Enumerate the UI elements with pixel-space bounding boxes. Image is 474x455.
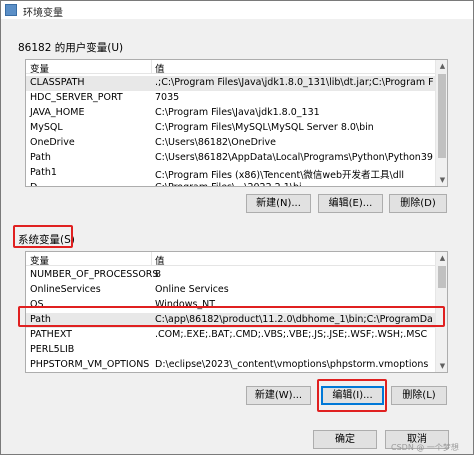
table-row[interactable]: PERL5LIB	[26, 343, 435, 358]
variable-value: 8	[155, 269, 162, 280]
table-row[interactable]: CLASSPATH .;C:\Program Files\Java\jdk1.8.…	[26, 76, 435, 91]
user-delete-button[interactable]: 删除(D)	[389, 194, 447, 213]
variable-value: Windows_NT	[155, 299, 216, 310]
variable-value: C:\Users\86182\OneDrive	[155, 137, 276, 148]
environment-window-icon	[5, 4, 17, 16]
variable-name: Path	[30, 152, 51, 163]
table-row[interactable]: Path C:\Users\86182\AppData\Local\Program…	[26, 151, 435, 166]
user-new-button[interactable]: 新建(N)...	[246, 194, 311, 213]
system-variables-list[interactable]: 变量 值 NUMBER_OF_PROCESSORS 8 OnlineServices…	[25, 251, 448, 373]
user-variables-label: 86182 的用户变量(U)	[18, 42, 124, 54]
variable-name: PERL5LIB	[30, 344, 75, 355]
user-list-scrollbar[interactable]: ▲ ▼	[435, 60, 447, 186]
table-row[interactable]: OS Windows_NT	[26, 298, 435, 313]
variable-value: D:\eclipse\2023\_content\vmoptions\phpst…	[155, 359, 429, 370]
variable-value: C:\Program Files\...\2022.2.1\bi...	[155, 182, 433, 186]
variable-name: PHPSTORM_VM_OPTIONS	[30, 359, 150, 370]
variable-name: CLASSPATH	[30, 77, 85, 88]
table-row[interactable]: NUMBER_OF_PROCESSORS 8	[26, 268, 435, 283]
variable-value: .;C:\Program Files\Java\jdk1.8.0_131\lib…	[155, 77, 433, 88]
watermark: CSDN @ 一个梦想	[391, 443, 459, 452]
variable-name: OS	[30, 299, 44, 310]
variable-name: OneDrive	[30, 137, 75, 148]
scrollbar-thumb[interactable]	[438, 266, 446, 288]
ok-button[interactable]: 确定	[313, 430, 377, 449]
variable-value: .COM;.EXE;.BAT;.CMD;.VBS;.VBE;.JS;.JSE;.…	[155, 329, 428, 340]
table-row[interactable]: OneDrive C:\Users\86182\OneDrive	[26, 136, 435, 151]
system-new-button[interactable]: 新建(W)...	[246, 386, 311, 405]
scroll-up-icon[interactable]: ▲	[436, 60, 447, 73]
system-variables-label: 系统变量(S)	[18, 234, 75, 246]
variable-name: Path	[30, 314, 51, 325]
scroll-down-icon[interactable]: ▼	[436, 360, 447, 372]
scroll-down-icon[interactable]: ▼	[436, 174, 447, 186]
variable-value: C:\Program Files (x86)\Tencent\微信web开发者工…	[155, 170, 405, 181]
table-row[interactable]: MySQL C:\Program Files\MySQL\MySQL Server…	[26, 121, 435, 136]
scrollbar-thumb[interactable]	[438, 74, 446, 158]
variable-value: C:\Users\86182\AppData\Local\Programs\Py…	[155, 152, 433, 163]
system-delete-button[interactable]: 删除(L)	[391, 386, 447, 405]
table-row[interactable]: Path1 C:\Program Files (x86)\Tencent\微信we…	[26, 166, 435, 181]
system-edit-button[interactable]: 编辑(I)...	[321, 386, 384, 405]
system-list-scrollbar[interactable]: ▲ ▼	[435, 252, 447, 372]
table-row[interactable]: D... C:\Program Files\...\2022.2.1\bi...	[26, 181, 435, 186]
variable-value: C:\app\86182\product\11.2.0\dbhome_1\bin…	[155, 314, 433, 325]
window-title: 环境变量	[23, 8, 63, 19]
variable-name: D...	[30, 182, 46, 186]
table-row[interactable]: HDC_SERVER_PORT 7035	[26, 91, 435, 106]
table-row[interactable]: JAVA_HOME C:\Program Files\Java\jdk1.8.0_…	[26, 106, 435, 121]
user-list-header: 变量 值	[26, 60, 435, 75]
user-edit-button[interactable]: 编辑(E)...	[318, 194, 383, 213]
scroll-up-icon[interactable]: ▲	[436, 252, 447, 265]
table-row[interactable]: Path C:\app\86182\product\11.2.0\dbhome_1…	[26, 313, 435, 328]
variable-value: C:\Program Files\MySQL\MySQL Server 8.0\…	[155, 122, 374, 133]
table-row[interactable]: OnlineServices Online Services	[26, 283, 435, 298]
user-variables-list[interactable]: 变量 值 CLASSPATH .;C:\Program Files\Java\jd…	[25, 59, 448, 187]
variable-name: Path1	[30, 167, 57, 178]
variable-value: 7035	[155, 92, 180, 103]
column-header-variable[interactable]: 变量	[30, 253, 49, 267]
variable-name: NUMBER_OF_PROCESSORS	[30, 269, 159, 280]
title-bar: 环境变量	[1, 1, 473, 19]
variable-name: PATHEXT	[30, 329, 72, 340]
variable-name: OnlineServices	[30, 284, 101, 295]
variable-name: JAVA_HOME	[30, 107, 85, 118]
system-list-header: 变量 值	[26, 252, 435, 267]
variable-name: HDC_SERVER_PORT	[30, 92, 123, 103]
variable-value: C:\Program Files\Java\jdk1.8.0_131	[155, 107, 320, 118]
variable-name: MySQL	[30, 122, 63, 133]
variable-value: Online Services	[155, 284, 229, 295]
table-row[interactable]: PATHEXT .COM;.EXE;.BAT;.CMD;.VBS;.VBE;.JS…	[26, 328, 435, 343]
environment-variables-dialog: 环境变量 86182 的用户变量(U) 变量 值 CLASSPATH .;C:\P…	[0, 0, 474, 455]
table-row[interactable]: PHPSTORM_VM_OPTIONS D:\eclipse\2023\_cont…	[26, 358, 435, 372]
column-header-value[interactable]: 值	[155, 253, 165, 267]
column-header-value[interactable]: 值	[155, 61, 165, 75]
column-header-variable[interactable]: 变量	[30, 61, 49, 75]
